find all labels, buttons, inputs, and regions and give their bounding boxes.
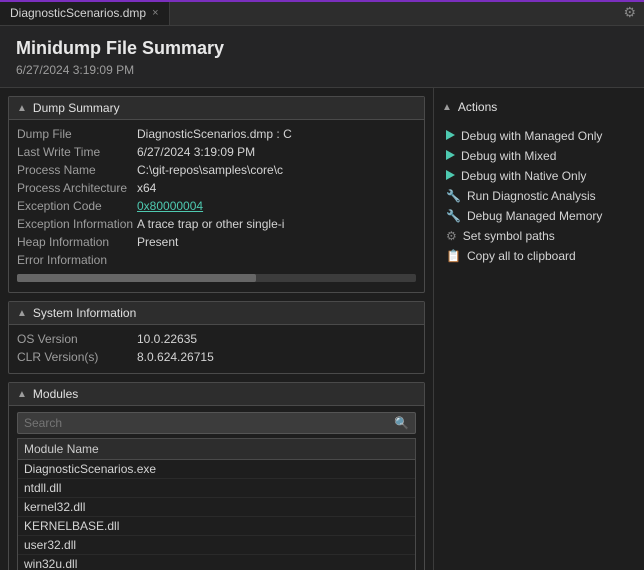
- gear-icon: ⚙: [446, 229, 457, 243]
- dump-summary-header[interactable]: ▲ Dump Summary: [9, 97, 424, 120]
- clipboard-icon: 📋: [446, 249, 461, 263]
- list-item[interactable]: DiagnosticScenarios.exe: [18, 460, 415, 479]
- process-name-value: C:\git-repos\samples\core\c: [137, 163, 283, 177]
- last-write-label: Last Write Time: [17, 145, 137, 159]
- debug-managed-memory-action[interactable]: 🔧 Debug Managed Memory: [442, 206, 636, 226]
- list-item[interactable]: kernel32.dll: [18, 498, 415, 517]
- clr-version-label: CLR Version(s): [17, 350, 137, 364]
- table-row: Last Write Time 6/27/2024 3:19:09 PM: [13, 144, 420, 162]
- dump-file-value: DiagnosticScenarios.dmp : C: [137, 127, 292, 141]
- table-row: Exception Information A trace trap or ot…: [13, 216, 420, 234]
- debug-managed-only-action[interactable]: Debug with Managed Only: [442, 126, 636, 146]
- list-item[interactable]: ntdll.dll: [18, 479, 415, 498]
- settings-icon[interactable]: ⚙: [615, 4, 644, 21]
- search-icon: 🔍: [394, 416, 409, 430]
- table-row: OS Version 10.0.22635: [13, 331, 420, 349]
- table-row: Exception Code 0x80000004: [13, 198, 420, 216]
- collapse-icon: ▲: [17, 103, 27, 114]
- error-info-label: Error Information: [17, 253, 137, 267]
- horizontal-scrollbar[interactable]: [17, 272, 416, 284]
- exception-code-label: Exception Code: [17, 199, 137, 213]
- debug-mixed-action[interactable]: Debug with Mixed: [442, 146, 636, 166]
- dump-summary-table: Dump File DiagnosticScenarios.dmp : C La…: [9, 120, 424, 292]
- list-item[interactable]: user32.dll: [18, 536, 415, 555]
- right-panel: ▲ Actions Debug with Managed Only Debug …: [434, 88, 644, 570]
- play-icon-native: [446, 169, 455, 183]
- collapse-icon-actions: ▲: [442, 102, 452, 113]
- last-write-value: 6/27/2024 3:19:09 PM: [137, 145, 255, 159]
- table-row: Process Architecture x64: [13, 180, 420, 198]
- clr-version-value: 8.0.624.26715: [137, 350, 214, 364]
- scrollbar-thumb: [17, 274, 256, 282]
- dump-file-label: Dump File: [17, 127, 137, 141]
- run-diagnostic-action[interactable]: 🔧 Run Diagnostic Analysis: [442, 186, 636, 206]
- modules-header[interactable]: ▲ Modules: [9, 383, 424, 406]
- table-row: CLR Version(s) 8.0.624.26715: [13, 349, 420, 367]
- process-arch-label: Process Architecture: [17, 181, 137, 195]
- system-info-section: ▲ System Information OS Version 10.0.226…: [8, 301, 425, 374]
- wrench-icon: 🔧: [446, 189, 461, 203]
- actions-header: ▲ Actions: [442, 96, 636, 118]
- modules-table: Module Name DiagnosticScenarios.exe ntdl…: [17, 438, 416, 570]
- copy-clipboard-action[interactable]: 📋 Copy all to clipboard: [442, 246, 636, 266]
- tab-diagnostics[interactable]: DiagnosticScenarios.dmp ×: [0, 0, 170, 25]
- heap-info-label: Heap Information: [17, 235, 137, 249]
- set-symbol-paths-action[interactable]: ⚙ Set symbol paths: [442, 226, 636, 246]
- os-version-value: 10.0.22635: [137, 332, 197, 346]
- modules-section: ▲ Modules 🔍 Module Name DiagnosticScenar…: [8, 382, 425, 570]
- table-row: Heap Information Present: [13, 234, 420, 252]
- modules-column-header: Module Name: [18, 439, 415, 460]
- debug-native-only-label: Debug with Native Only: [461, 169, 586, 183]
- debug-native-only-action[interactable]: Debug with Native Only: [442, 166, 636, 186]
- modules-title: Modules: [33, 387, 78, 401]
- left-panel: ▲ Dump Summary Dump File DiagnosticScena…: [0, 88, 434, 570]
- collapse-icon-mod: ▲: [17, 389, 27, 400]
- search-box: 🔍: [17, 412, 416, 434]
- page-header: Minidump File Summary 6/27/2024 3:19:09 …: [0, 26, 644, 88]
- header-date: 6/27/2024 3:19:09 PM: [16, 63, 628, 77]
- exception-info-value: A trace trap or other single-i: [137, 217, 284, 231]
- system-info-header[interactable]: ▲ System Information: [9, 302, 424, 325]
- scrollbar-track: [17, 274, 416, 282]
- process-name-label: Process Name: [17, 163, 137, 177]
- table-row: Error Information: [13, 252, 420, 270]
- tab-label: DiagnosticScenarios.dmp: [10, 6, 146, 20]
- system-info-table: OS Version 10.0.22635 CLR Version(s) 8.0…: [9, 325, 424, 373]
- set-symbol-paths-label: Set symbol paths: [463, 229, 555, 243]
- actions-title: Actions: [458, 100, 497, 114]
- tab-bar: DiagnosticScenarios.dmp × ⚙: [0, 0, 644, 26]
- list-item[interactable]: KERNELBASE.dll: [18, 517, 415, 536]
- modules-content: 🔍 Module Name DiagnosticScenarios.exe nt…: [9, 412, 424, 570]
- main-content: ▲ Dump Summary Dump File DiagnosticScena…: [0, 88, 644, 570]
- dump-summary-section: ▲ Dump Summary Dump File DiagnosticScena…: [8, 96, 425, 293]
- debug-managed-memory-label: Debug Managed Memory: [467, 209, 602, 223]
- os-version-label: OS Version: [17, 332, 137, 346]
- debug-mixed-label: Debug with Mixed: [461, 149, 556, 163]
- exception-info-label: Exception Information: [17, 217, 137, 231]
- table-row: Process Name C:\git-repos\samples\core\c: [13, 162, 420, 180]
- search-input[interactable]: [24, 416, 394, 430]
- copy-clipboard-label: Copy all to clipboard: [467, 249, 576, 263]
- dump-summary-title: Dump Summary: [33, 101, 120, 115]
- play-icon: [446, 129, 455, 143]
- collapse-icon-sys: ▲: [17, 308, 27, 319]
- run-diagnostic-label: Run Diagnostic Analysis: [467, 189, 596, 203]
- system-info-title: System Information: [33, 306, 136, 320]
- play-icon-mixed: [446, 149, 455, 163]
- exception-code-value[interactable]: 0x80000004: [137, 199, 203, 213]
- debug-managed-only-label: Debug with Managed Only: [461, 129, 602, 143]
- page-title: Minidump File Summary: [16, 38, 628, 59]
- tab-close-button[interactable]: ×: [152, 7, 158, 19]
- table-row: Dump File DiagnosticScenarios.dmp : C: [13, 126, 420, 144]
- process-arch-value: x64: [137, 181, 156, 195]
- wrench-icon-memory: 🔧: [446, 209, 461, 223]
- heap-info-value: Present: [137, 235, 178, 249]
